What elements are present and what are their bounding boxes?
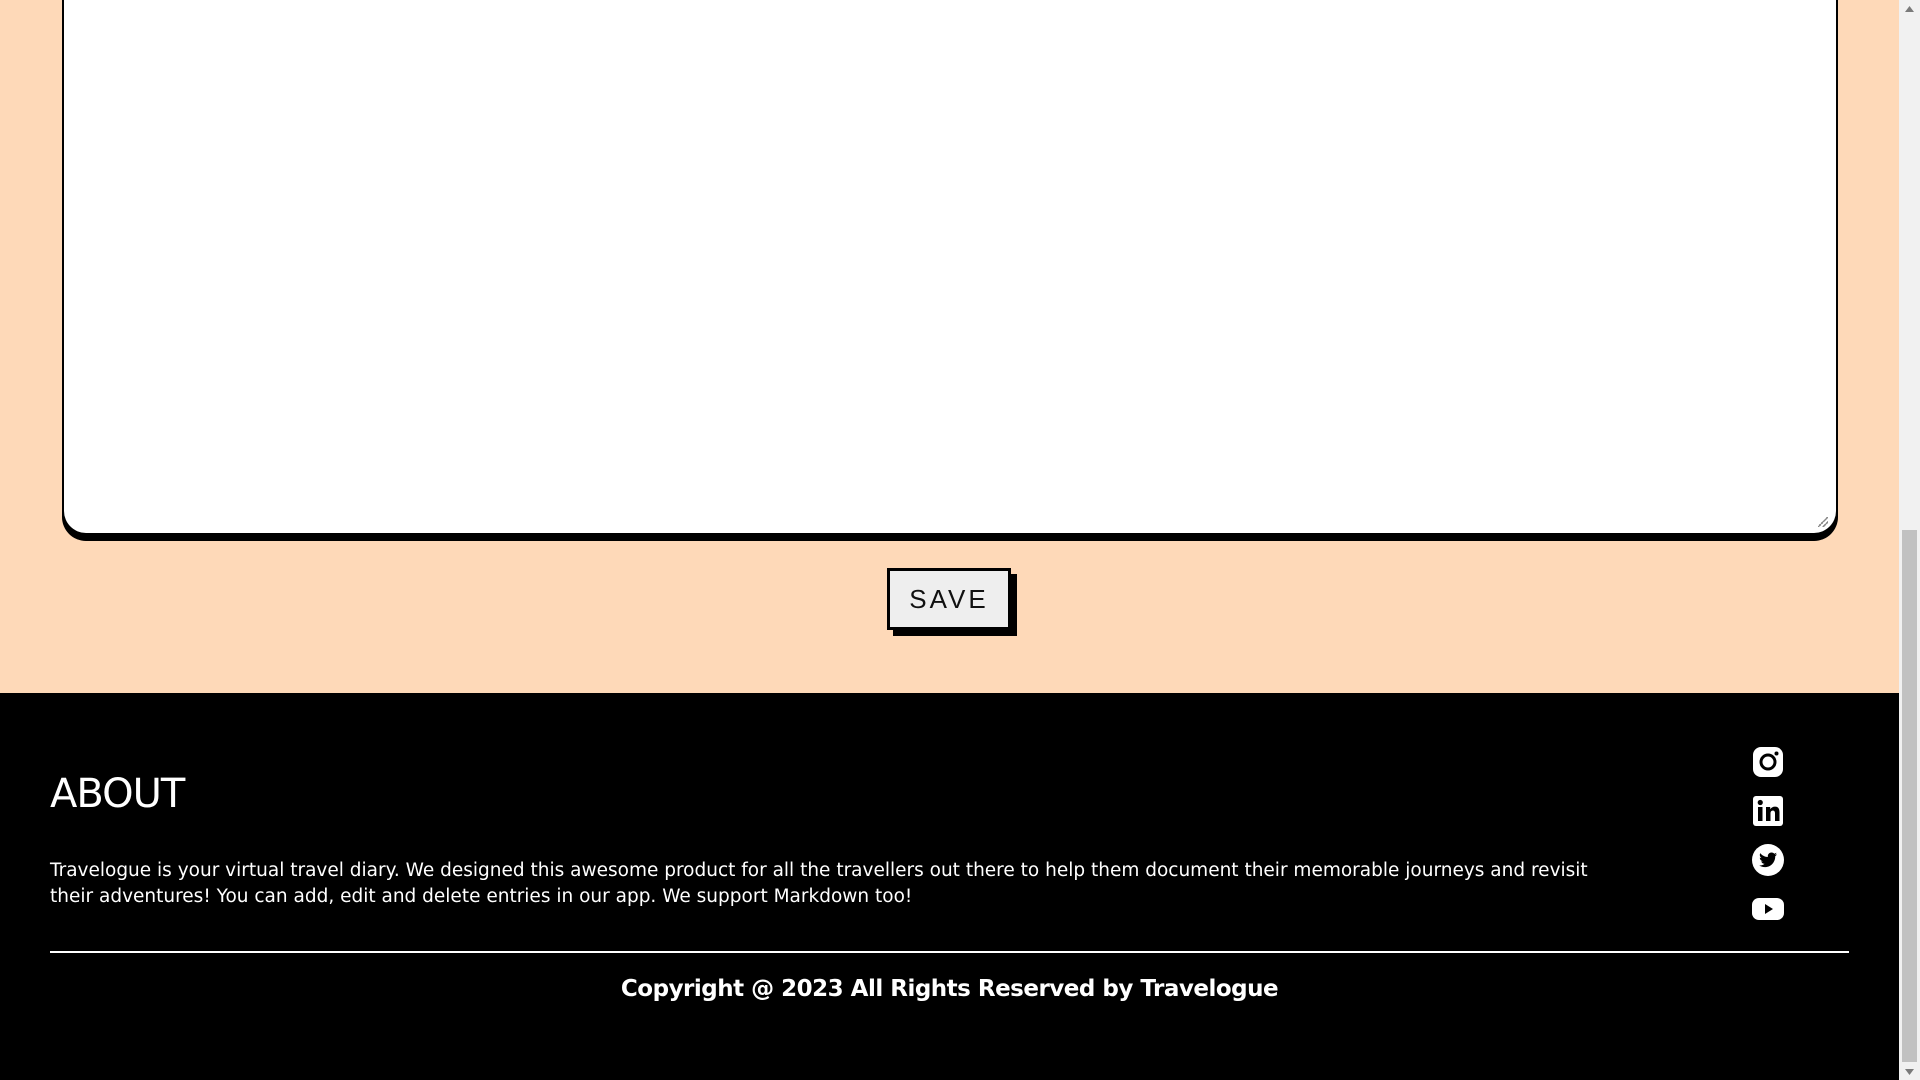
linkedin-icon[interactable] — [1751, 794, 1785, 828]
about-title: ABOUT — [50, 771, 185, 817]
youtube-icon[interactable] — [1751, 892, 1785, 926]
editor-section: SAVE — [0, 0, 1899, 693]
entry-textarea[interactable] — [62, 0, 1838, 535]
instagram-icon[interactable] — [1751, 745, 1785, 779]
scroll-up-arrow-icon[interactable] — [1899, 0, 1920, 17]
vertical-scrollbar[interactable] — [1899, 0, 1920, 1080]
scroll-down-arrow-icon[interactable] — [1899, 1063, 1920, 1080]
copyright-text: Copyright @ 2023 All Rights Reserved by … — [620, 976, 1279, 1002]
social-links — [1751, 745, 1785, 941]
footer-divider — [50, 951, 1849, 953]
save-button[interactable]: SAVE — [887, 568, 1011, 630]
page: SAVE ABOUT Travelogue is your virtual tr… — [0, 0, 1920, 1080]
twitter-icon[interactable] — [1751, 843, 1785, 877]
scrollbar-thumb[interactable] — [1902, 530, 1917, 1062]
about-text: Travelogue is your virtual travel diary.… — [50, 860, 1588, 907]
footer: ABOUT Travelogue is your virtual travel … — [0, 693, 1899, 1080]
resize-handle-icon[interactable] — [1818, 517, 1828, 527]
